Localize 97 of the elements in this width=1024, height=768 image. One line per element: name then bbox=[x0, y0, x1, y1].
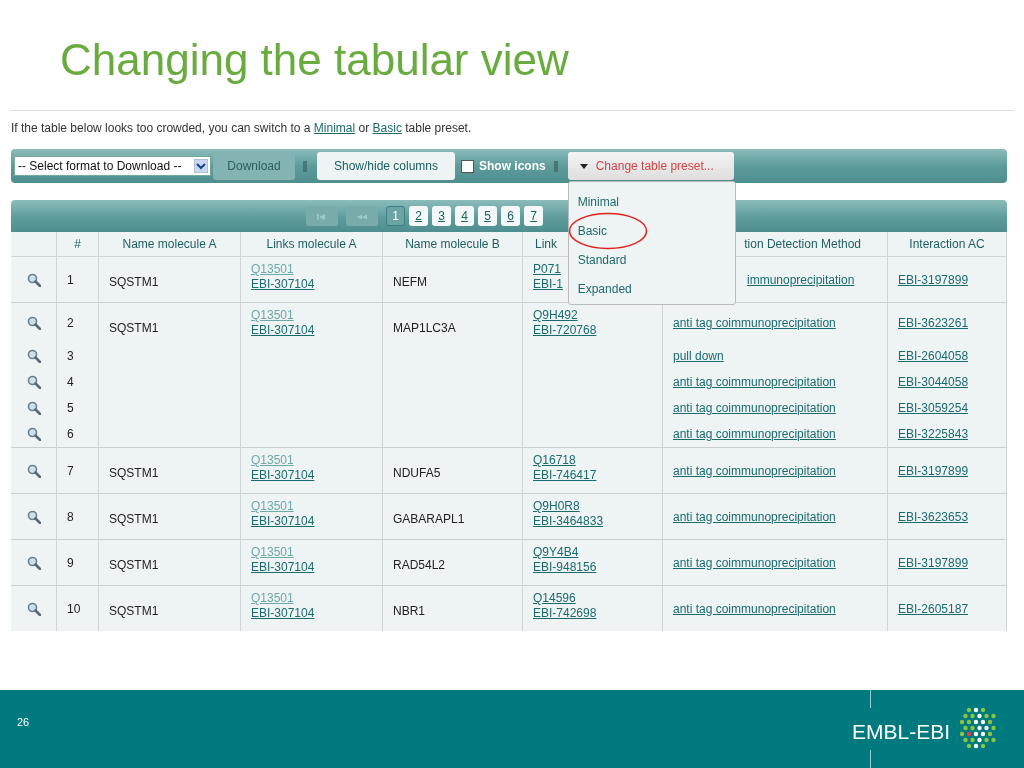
table-link[interactable]: EBI-307104 bbox=[251, 323, 372, 338]
table-link[interactable]: EBI-3623653 bbox=[898, 509, 969, 524]
slide-title: Changing the tabular view bbox=[60, 34, 570, 86]
row-number: 7 bbox=[67, 463, 74, 478]
table-link[interactable]: EBI-3197899 bbox=[898, 272, 969, 287]
table-cell: SQSTM1 bbox=[109, 466, 159, 480]
page-button[interactable]: 6 bbox=[501, 206, 520, 226]
table-link[interactable]: Q9H0R8 bbox=[533, 499, 652, 514]
dropdown-arrow-icon[interactable] bbox=[194, 159, 208, 173]
minimal-link[interactable]: Minimal bbox=[313, 121, 356, 135]
table-link[interactable]: anti tag coimmunoprecipitation bbox=[673, 375, 836, 389]
checkbox[interactable] bbox=[461, 159, 474, 173]
table-cell: MAP1LC3A bbox=[393, 321, 456, 335]
table-link[interactable]: anti tag coimmunoprecipitation bbox=[673, 401, 836, 415]
table-link[interactable]: EBI-720768 bbox=[533, 323, 652, 338]
show-icons-label: Show icons bbox=[479, 159, 546, 173]
row-number: 5 bbox=[67, 401, 74, 415]
previous-page-icon bbox=[357, 214, 367, 220]
table-cell: RAD54L2 bbox=[393, 558, 446, 572]
magnifier-icon[interactable] bbox=[26, 375, 41, 389]
change-preset-button[interactable]: Change table preset... bbox=[567, 152, 734, 180]
table-cell: SQSTM1 bbox=[109, 275, 159, 289]
page-button[interactable]: 7 bbox=[524, 206, 543, 226]
table-link[interactable]: EBI-3197899 bbox=[898, 555, 969, 570]
table-link[interactable]: EBI-3225843 bbox=[898, 427, 969, 441]
table-link[interactable]: EBI-307104 bbox=[251, 514, 372, 529]
table-link[interactable]: EBI-742698 bbox=[533, 606, 652, 621]
table-link[interactable]: EBI-3197899 bbox=[898, 463, 969, 478]
table-link[interactable]: anti tag coimmunoprecipitation bbox=[673, 555, 836, 570]
menu-item[interactable]: Expanded bbox=[568, 274, 735, 303]
row-number: 1 bbox=[67, 272, 74, 287]
column-header: Name molecule B bbox=[383, 232, 523, 257]
table-cell: NBR1 bbox=[393, 604, 425, 618]
table-link[interactable]: immunoprecipitation bbox=[747, 272, 855, 287]
row-number: 2 bbox=[67, 316, 74, 330]
table-link[interactable]: Q9Y4B4 bbox=[533, 545, 652, 560]
table-cell: SQSTM1 bbox=[109, 512, 159, 526]
caret-icon bbox=[579, 163, 588, 169]
magnifier-icon[interactable] bbox=[26, 401, 41, 415]
column-header: Links molecule A bbox=[241, 232, 383, 257]
table-link[interactable]: EBI-307104 bbox=[251, 468, 372, 483]
table-link[interactable]: anti tag coimmunoprecipitation bbox=[673, 316, 836, 330]
table-link[interactable]: EBI-307104 bbox=[251, 606, 372, 621]
table-link[interactable]: EBI-3059254 bbox=[898, 401, 969, 415]
menu-item[interactable]: Minimal bbox=[568, 187, 735, 216]
table-link[interactable]: pull down bbox=[673, 349, 724, 363]
magnifier-icon[interactable] bbox=[26, 463, 41, 478]
table-cell: NDUFA5 bbox=[393, 466, 441, 480]
show-hide-columns-button[interactable]: Show/hide columns bbox=[317, 152, 455, 180]
table-link[interactable]: EBI-746417 bbox=[533, 468, 652, 483]
table-cell: SQSTM1 bbox=[109, 321, 159, 335]
table-link[interactable]: EBI-2605187 bbox=[898, 601, 969, 616]
table-link[interactable]: anti tag coimmunoprecipitation bbox=[673, 427, 836, 441]
magnifier-icon[interactable] bbox=[26, 316, 41, 330]
page-button[interactable]: 5 bbox=[478, 206, 497, 226]
table-link[interactable]: EBI-3044058 bbox=[898, 375, 969, 389]
column-header: Interaction AC bbox=[888, 232, 1007, 257]
row-number: 4 bbox=[67, 375, 74, 389]
magnifier-icon[interactable] bbox=[26, 509, 41, 524]
table-link[interactable]: anti tag coimmunoprecipitation bbox=[673, 509, 836, 524]
table-link[interactable]: EBI-2604058 bbox=[898, 349, 969, 363]
intro-text: If the table below looks too crowded, you can switch to a Minimal or Basic table preset. bbox=[11, 121, 473, 135]
table-link[interactable]: Q16718 bbox=[533, 453, 652, 468]
page-button[interactable]: 4 bbox=[455, 206, 474, 226]
table-link[interactable]: EBI-307104 bbox=[251, 277, 372, 292]
magnifier-icon[interactable] bbox=[26, 272, 41, 287]
table-cell: SQSTM1 bbox=[109, 558, 159, 572]
column-header: Name molecule A bbox=[99, 232, 241, 257]
table-cell: NEFM bbox=[393, 275, 427, 289]
table-cell: GABARAPL1 bbox=[393, 512, 465, 526]
hexagon-dots-logo-icon bbox=[958, 706, 998, 750]
page-number: 26 bbox=[17, 716, 30, 728]
basic-link[interactable]: Basic bbox=[372, 121, 402, 135]
column-header: # bbox=[57, 232, 99, 257]
table-link[interactable]: EBI-3464833 bbox=[533, 514, 652, 529]
logo-text: EMBL-EBI bbox=[852, 720, 951, 744]
row-number: 8 bbox=[67, 509, 74, 524]
table-link[interactable]: anti tag coimmunoprecipitation bbox=[673, 463, 836, 478]
table-cell: SQSTM1 bbox=[109, 604, 159, 618]
format-select[interactable]: -- Select format to Download -- bbox=[14, 156, 211, 176]
table-link[interactable]: Q14596 bbox=[533, 591, 652, 606]
magnifier-icon[interactable] bbox=[26, 555, 41, 570]
table-link[interactable]: anti tag coimmunoprecipitation bbox=[673, 601, 836, 616]
table-link[interactable]: EBI-3623261 bbox=[898, 316, 969, 330]
row-number: 6 bbox=[67, 427, 74, 441]
magnifier-icon[interactable] bbox=[26, 427, 41, 441]
first-page-icon bbox=[317, 214, 327, 220]
table-link[interactable]: Q9H492 bbox=[533, 308, 652, 323]
magnifier-icon[interactable] bbox=[26, 349, 41, 363]
page-button[interactable]: 2 bbox=[409, 206, 428, 226]
row-number: 10 bbox=[67, 601, 81, 616]
table-link[interactable]: EBI-307104 bbox=[251, 560, 372, 575]
page-button[interactable]: 3 bbox=[432, 206, 451, 226]
row-number: 3 bbox=[67, 349, 74, 363]
magnifier-icon[interactable] bbox=[26, 601, 41, 616]
row-number: 9 bbox=[67, 555, 74, 570]
table-link[interactable]: EBI-948156 bbox=[533, 560, 652, 575]
